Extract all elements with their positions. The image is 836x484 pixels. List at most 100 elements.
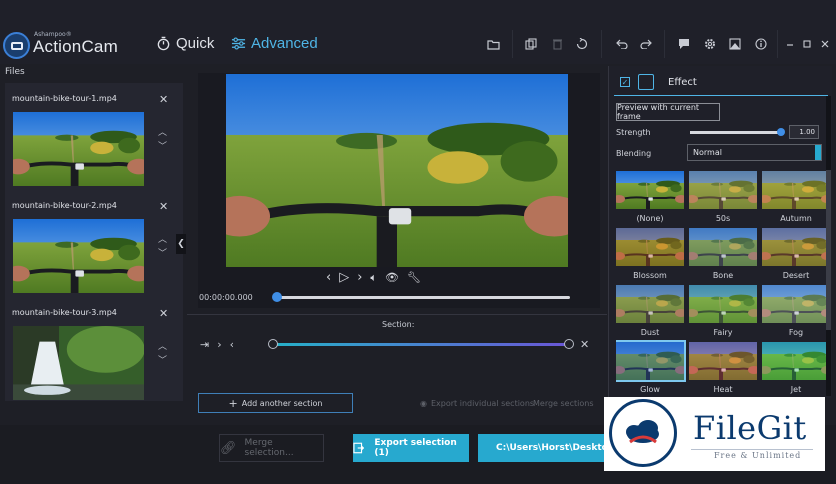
export-individual-option[interactable]: ◉ Export individual sections xyxy=(420,399,534,408)
image-icon[interactable] xyxy=(728,37,742,51)
effect-preset[interactable]: Bone xyxy=(689,228,757,280)
effects-scrollbar-thumb[interactable] xyxy=(826,170,831,330)
save-path-button[interactable]: C:\Users\Horst\Desktop xyxy=(478,434,608,462)
collapse-panel-button[interactable]: ❮ xyxy=(176,234,186,254)
effect-thumbnail xyxy=(616,171,684,209)
effect-preset-label: Jet xyxy=(790,385,802,394)
strength-slider-track[interactable] xyxy=(690,131,783,134)
effect-preset[interactable]: Fog xyxy=(762,285,830,337)
file-name: mountain-bike-tour-3.mp4 xyxy=(12,308,117,317)
mode-quick-button[interactable]: Quick xyxy=(156,35,214,52)
effect-preset[interactable]: Glow xyxy=(616,340,684,394)
effect-preset[interactable]: Blossom xyxy=(616,228,684,280)
effect-preset-label: Bone xyxy=(712,271,734,280)
strength-slider-handle[interactable] xyxy=(777,128,785,136)
chevron-right-icon[interactable]: › xyxy=(217,338,221,351)
effect-preset-label: Fog xyxy=(788,328,804,337)
effect-preset[interactable]: Dust xyxy=(616,285,684,337)
checkbox-icon[interactable]: ✓ xyxy=(620,77,630,87)
effect-thumbnail xyxy=(762,342,830,380)
effect-header: ✓ Effect xyxy=(610,70,828,94)
effect-preset[interactable]: Desert xyxy=(762,228,830,280)
folder-icon[interactable] xyxy=(486,37,500,51)
close-icon[interactable]: ✕ xyxy=(159,200,168,213)
dropdown-arrow-icon[interactable] xyxy=(815,145,821,160)
trash-icon[interactable] xyxy=(550,37,564,51)
undo-icon[interactable] xyxy=(614,37,628,51)
preview-current-frame-button[interactable]: Preview with current frame xyxy=(616,103,720,121)
effect-preset[interactable]: 50s xyxy=(689,171,757,223)
remove-section-icon[interactable]: ✕ xyxy=(580,338,589,351)
effect-preset[interactable]: Jet xyxy=(762,342,830,394)
blending-value: Normal xyxy=(693,148,722,157)
file-item[interactable]: mountain-bike-tour-1.mp4 ✕ ︿ ﹀ xyxy=(12,93,177,194)
files-title: Files xyxy=(5,67,25,77)
chevron-left-icon[interactable]: ‹ xyxy=(230,338,234,351)
reset-icon[interactable] xyxy=(575,37,589,51)
toolbar-separator xyxy=(777,30,778,58)
effect-divider xyxy=(614,95,828,96)
close-icon[interactable]: ✕ xyxy=(159,307,168,320)
move-down-icon[interactable]: ﹀ xyxy=(158,356,167,366)
mode-advanced-button[interactable]: Advanced xyxy=(231,35,318,52)
info-icon[interactable] xyxy=(754,37,768,51)
close-icon[interactable]: ✕ xyxy=(159,93,168,106)
next-frame-icon[interactable]: › xyxy=(357,270,362,285)
file-item[interactable]: mountain-bike-tour-2.mp4 ✕ ︿ ﹀ xyxy=(12,200,177,301)
strength-value-input[interactable]: 1.00 xyxy=(789,125,819,139)
move-up-icon[interactable]: ︿ xyxy=(158,235,167,245)
timeline-playhead[interactable] xyxy=(272,292,282,302)
section-label: Section: xyxy=(382,320,415,329)
jump-to-section-icon[interactable]: ⇥ xyxy=(200,338,209,351)
close-icon[interactable] xyxy=(818,37,832,51)
move-up-icon[interactable]: ︿ xyxy=(158,342,167,352)
effect-preset[interactable]: (None) xyxy=(616,171,684,223)
merge-selection-button[interactable]: 🔗︎ Merge selection... xyxy=(219,434,324,462)
merge-sections-option[interactable]: Merge sections xyxy=(533,399,594,408)
redo-icon[interactable] xyxy=(639,37,653,51)
move-down-icon[interactable]: ﹀ xyxy=(158,142,167,152)
effect-thumbnail xyxy=(616,340,684,382)
effect-preset[interactable]: Autumn xyxy=(762,171,830,223)
volume-icon[interactable]: 🔈︎ xyxy=(370,271,377,285)
gear-icon[interactable] xyxy=(703,37,717,51)
chat-icon[interactable] xyxy=(677,37,691,51)
export-selection-button[interactable]: Export selection (1) xyxy=(353,434,469,462)
toolbar-separator xyxy=(601,30,602,58)
maximize-icon[interactable] xyxy=(800,37,814,51)
previous-frame-icon[interactable]: ‹ xyxy=(326,270,331,285)
reorder-arrows[interactable]: ︿ ﹀ xyxy=(158,233,167,261)
watermark-logo-icon xyxy=(609,399,677,467)
copy-icon[interactable] xyxy=(524,37,538,51)
file-item[interactable]: mountain-bike-tour-3.mp4 ✕ ︿ ﹀ xyxy=(12,307,177,408)
effect-preset-label: Dust xyxy=(640,328,660,337)
section-start-handle[interactable] xyxy=(268,339,278,349)
wrench-icon[interactable]: 🔧︎ xyxy=(407,271,421,284)
add-section-label: Add another section xyxy=(241,398,323,408)
blending-select[interactable]: Normal xyxy=(687,144,822,161)
reorder-arrows[interactable]: ︿ ﹀ xyxy=(158,340,167,368)
effect-preset[interactable]: Fairy xyxy=(689,285,757,337)
timeline-track[interactable] xyxy=(276,296,570,299)
section-range-track[interactable] xyxy=(273,343,569,346)
video-thumbnail xyxy=(13,326,144,400)
file-name: mountain-bike-tour-2.mp4 xyxy=(12,201,117,210)
add-section-button[interactable]: + Add another section xyxy=(198,393,353,413)
section-end-handle[interactable] xyxy=(564,339,574,349)
minimize-icon[interactable] xyxy=(783,37,797,51)
timecode: 00:00:00.000 xyxy=(199,293,253,302)
section-controls: ⇥ › ‹ xyxy=(200,338,234,351)
reorder-arrows[interactable]: ︿ ﹀ xyxy=(158,126,167,154)
export-selection-label: Export selection (1) xyxy=(374,438,457,458)
move-up-icon[interactable]: ︿ xyxy=(158,128,167,138)
move-down-icon[interactable]: ﹀ xyxy=(158,249,167,259)
effect-preset[interactable]: Heat xyxy=(689,342,757,394)
eye-icon[interactable]: 👁︎ xyxy=(385,271,399,284)
effect-thumbnail xyxy=(762,171,830,209)
play-icon[interactable]: ▷ xyxy=(339,270,349,285)
effect-preset-label: Glow xyxy=(640,385,660,394)
blending-label: Blending xyxy=(616,149,652,158)
effect-thumbnail xyxy=(689,171,757,209)
toolbar-separator xyxy=(664,30,665,58)
export-icon xyxy=(353,442,365,454)
